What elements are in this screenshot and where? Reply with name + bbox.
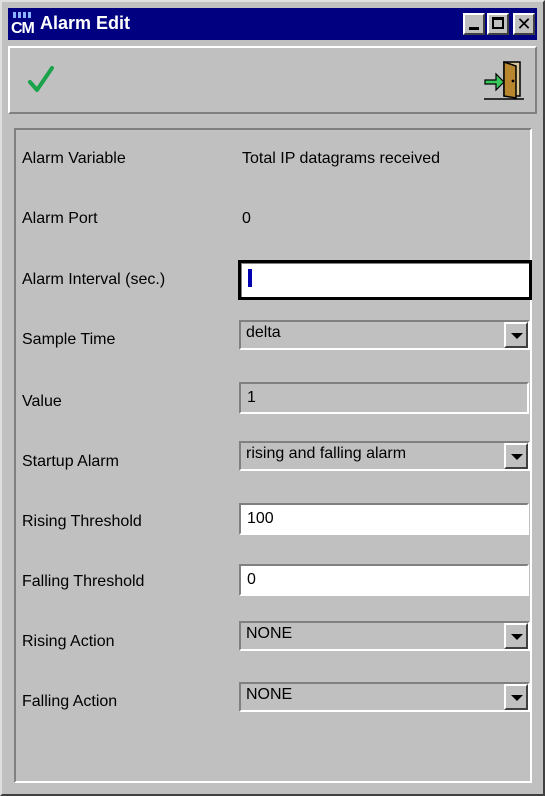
minimize-button[interactable] (463, 13, 485, 35)
startup-alarm-label: Startup Alarm (22, 453, 119, 470)
value-field: 1 (239, 382, 529, 414)
alarm-port-label: Alarm Port (22, 210, 98, 227)
startup-alarm-dropdown[interactable]: rising and falling alarm (239, 441, 530, 471)
rising-action-dropdown[interactable]: NONE (239, 621, 530, 651)
maximize-icon (492, 17, 504, 29)
rising-threshold-label: Rising Threshold (22, 513, 142, 530)
alarm-variable-label: Alarm Variable (22, 150, 126, 167)
startup-alarm-value: rising and falling alarm (246, 445, 407, 462)
alarm-port-value: 0 (242, 210, 251, 227)
app-icon[interactable]: CM (10, 10, 36, 38)
title-bar[interactable]: CM Alarm Edit ✕ (8, 8, 537, 40)
value-field-text: 1 (247, 389, 256, 406)
sample-time-dropdown[interactable]: delta (239, 320, 530, 350)
window-title: Alarm Edit (40, 13, 131, 33)
value-label: Value (22, 393, 62, 410)
falling-action-dropdown[interactable]: NONE (239, 682, 530, 712)
falling-action-dropdown-button[interactable] (504, 684, 528, 710)
exit-door-icon (484, 60, 524, 100)
falling-threshold-input[interactable]: 0 (239, 564, 529, 596)
chevron-down-icon (511, 454, 523, 460)
minimize-icon (469, 27, 479, 30)
maximize-button[interactable] (487, 13, 509, 35)
close-icon: ✕ (516, 14, 532, 34)
sample-time-value: delta (246, 324, 281, 341)
falling-threshold-label: Falling Threshold (22, 573, 145, 590)
ok-button[interactable] (22, 60, 62, 100)
exit-button[interactable] (482, 58, 526, 102)
app-icon-dots (13, 12, 33, 18)
alarm-edit-window: CM Alarm Edit ✕ Alarm Variable Total IP … (0, 0, 545, 796)
sample-time-dropdown-button[interactable] (504, 322, 528, 348)
toolbar (8, 46, 537, 114)
close-button[interactable]: ✕ (513, 13, 535, 35)
alarm-interval-label: Alarm Interval (sec.) (22, 271, 166, 288)
rising-threshold-input[interactable]: 100 (239, 503, 529, 535)
chevron-down-icon (511, 695, 523, 701)
sample-time-label: Sample Time (22, 331, 116, 348)
text-caret (248, 269, 252, 287)
alarm-variable-value: Total IP datagrams received (242, 150, 441, 167)
rising-action-value: NONE (246, 625, 293, 642)
rising-threshold-value: 100 (247, 510, 274, 527)
falling-action-value: NONE (246, 686, 293, 703)
falling-action-label: Falling Action (22, 693, 118, 710)
app-icon-text: CM (11, 20, 35, 37)
rising-action-dropdown-button[interactable] (504, 623, 528, 649)
falling-threshold-value: 0 (247, 571, 256, 588)
chevron-down-icon (511, 634, 523, 640)
startup-alarm-dropdown-button[interactable] (504, 443, 528, 469)
chevron-down-icon (511, 333, 523, 339)
rising-action-label: Rising Action (22, 633, 115, 650)
alarm-interval-input[interactable] (238, 260, 532, 300)
checkmark-icon (28, 66, 54, 92)
